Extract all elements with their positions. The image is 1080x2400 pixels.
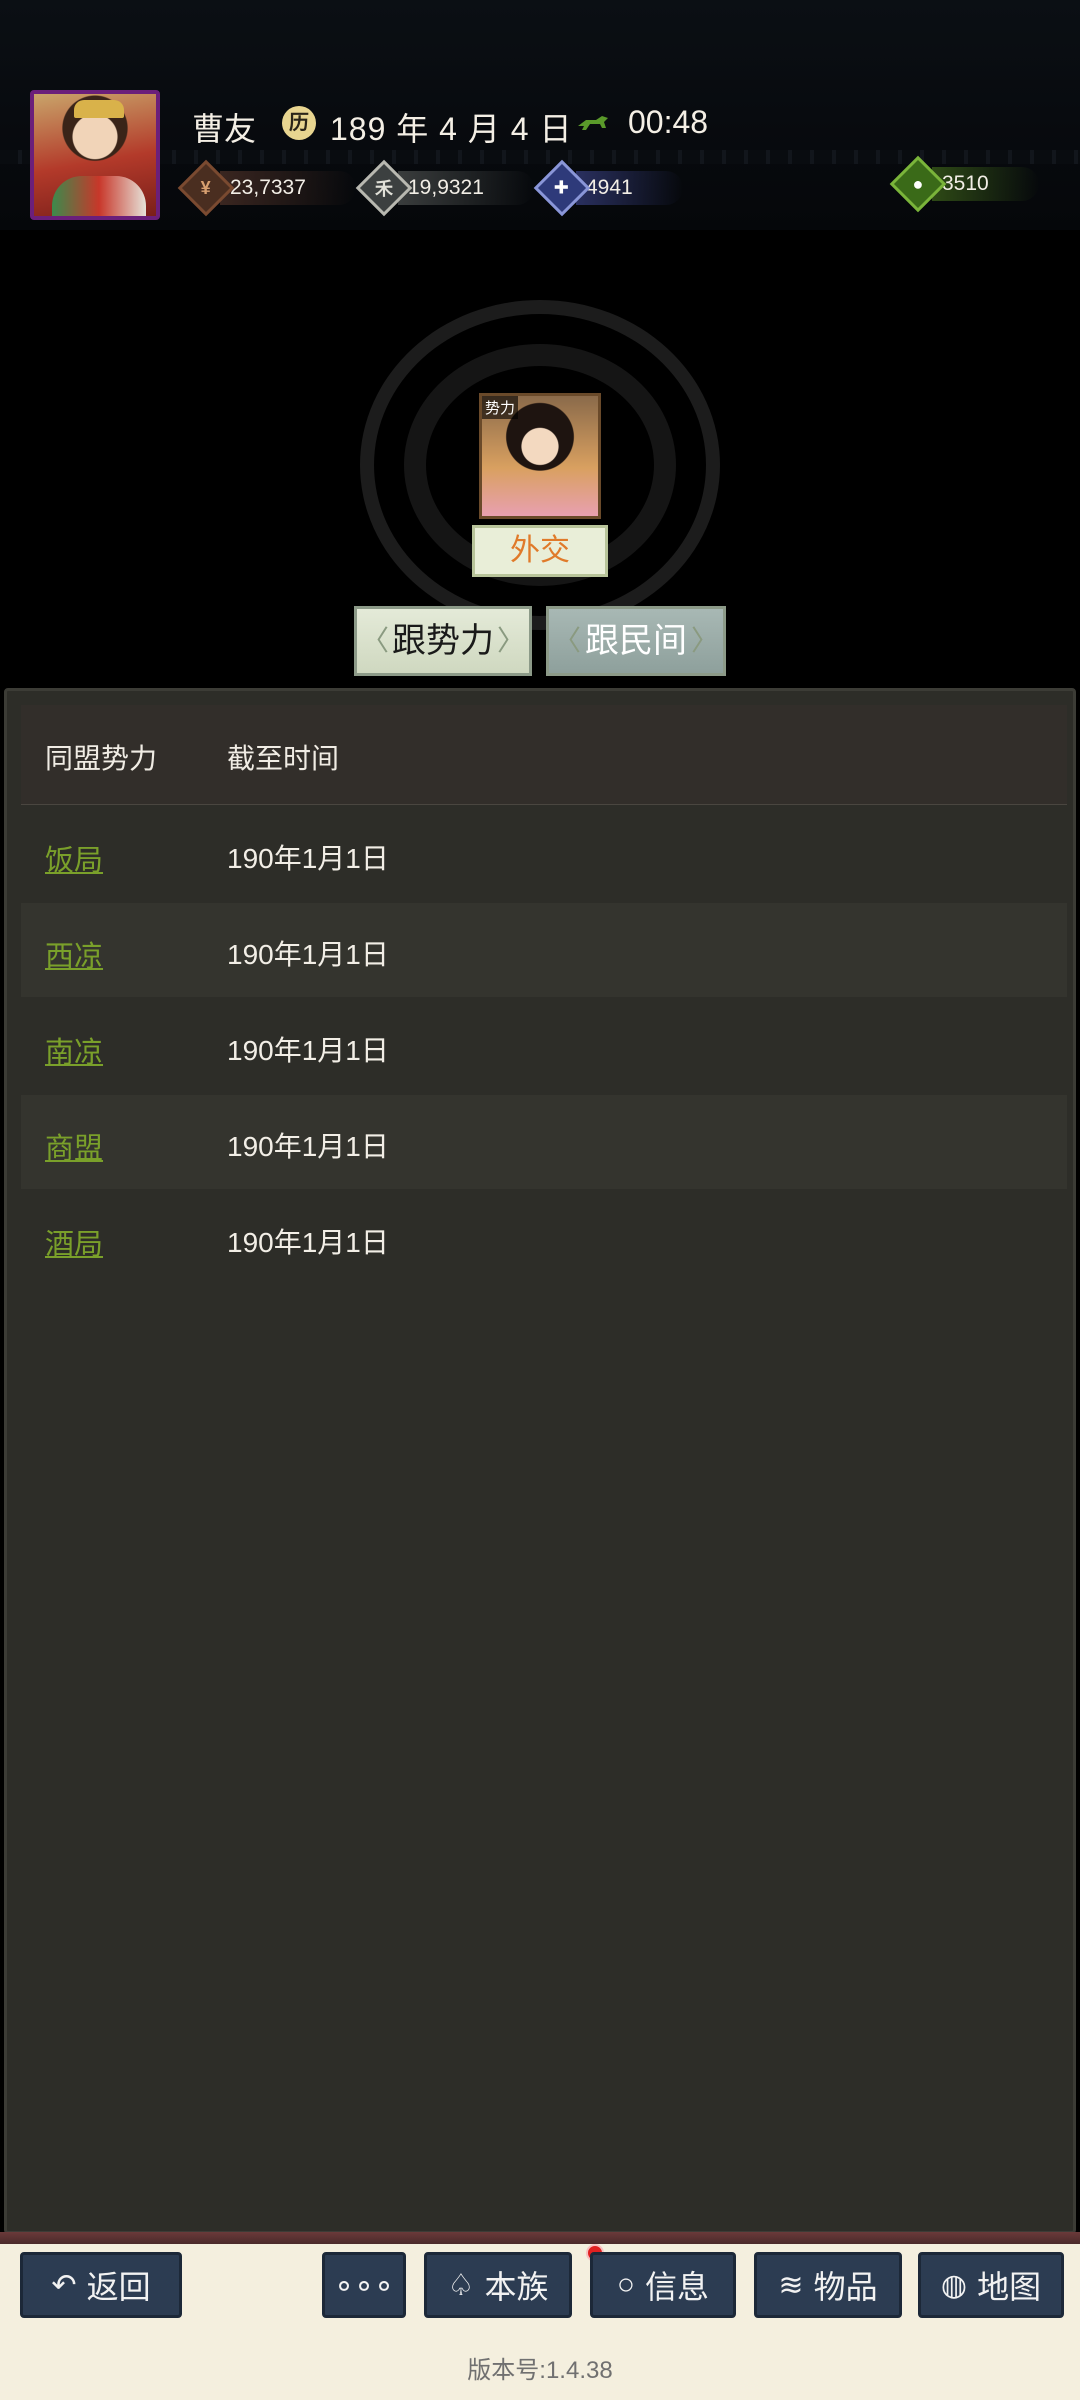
resource-troops-value: 4941 xyxy=(576,171,683,205)
bottom-rail xyxy=(0,2232,1080,2244)
faction-link[interactable]: 西凉 xyxy=(45,933,103,975)
table-row: 商盟 190年1月1日 xyxy=(21,1095,1067,1189)
resource-grain-value: 19,9321 xyxy=(398,171,534,205)
chat-bubble-icon: ○ xyxy=(616,2268,636,2301)
more-button[interactable]: ∘∘∘ xyxy=(322,2252,406,2318)
resource-special[interactable]: ● 3510 xyxy=(889,155,1039,213)
faction-leader-portrait[interactable]: 势力 xyxy=(479,393,601,519)
more-dots-icon: ∘∘∘ xyxy=(333,2267,395,2303)
items-button[interactable]: ≋ 物品 xyxy=(754,2252,902,2318)
resource-grain[interactable]: 禾 19,9321 xyxy=(355,159,534,217)
faction-tag: 势力 xyxy=(482,396,519,419)
globe-icon: ◍ xyxy=(940,2268,968,2302)
avatar-crown xyxy=(74,100,124,118)
clan-label: 本族 xyxy=(484,2269,549,2305)
player-name: 曹友 xyxy=(192,111,257,147)
horse-clock-icon xyxy=(578,116,608,130)
resource-gold[interactable]: ¥ 23,7337 xyxy=(177,159,356,217)
items-icon: ≋ xyxy=(778,2268,804,2302)
messages-label: 信息 xyxy=(645,2269,710,2305)
pouch-icon: ● xyxy=(889,155,947,213)
faction-link[interactable]: 饭局 xyxy=(45,837,103,879)
clan-icon: ♤ xyxy=(447,2268,475,2302)
version-text: 版本号:1.4.38 xyxy=(467,2357,613,2384)
table-row: 南凉 190年1月1日 xyxy=(21,999,1067,1093)
resource-special-value: 3510 xyxy=(932,167,1039,201)
faction-link[interactable]: 商盟 xyxy=(45,1125,103,1167)
until-date: 190年1月1日 xyxy=(227,843,389,874)
resource-troops[interactable]: ✚ 4941 xyxy=(533,159,683,217)
until-date: 190年1月1日 xyxy=(227,1227,389,1258)
faction-link[interactable]: 南凉 xyxy=(45,1029,103,1071)
game-time: 00:48 xyxy=(628,104,709,140)
alliance-panel: 同盟势力 截至时间 饭局 190年1月1日 西凉 190年1月1日 南凉 190… xyxy=(4,688,1076,2234)
map-label: 地图 xyxy=(977,2269,1042,2305)
messages-button[interactable]: ○ 信息 xyxy=(590,2252,736,2318)
avatar-robe xyxy=(52,176,146,216)
items-label: 物品 xyxy=(813,2269,878,2305)
bottom-nav: ↶ 返回 ∘∘∘ ♤ 本族 ○ 信息 ≋ 物品 ◍ 地图 版本号:1.4.38 xyxy=(0,2232,1080,2400)
table-header: 同盟势力 截至时间 xyxy=(21,705,1067,805)
back-label: 返回 xyxy=(86,2269,151,2305)
diplomacy-title: 外交 xyxy=(472,525,608,577)
grain-icon: 禾 xyxy=(355,159,413,217)
clan-button[interactable]: ♤ 本族 xyxy=(424,2252,572,2318)
table-row: 西凉 190年1月1日 xyxy=(21,903,1067,997)
soldier-icon: ✚ xyxy=(533,159,591,217)
map-button[interactable]: ◍ 地图 xyxy=(918,2252,1064,2318)
resource-gold-value: 23,7337 xyxy=(220,171,356,205)
coin-icon: ¥ xyxy=(177,159,235,217)
tab-with-factions[interactable]: 跟势力 xyxy=(354,606,532,676)
header-until-time: 截至时间 xyxy=(227,743,340,774)
back-button[interactable]: ↶ 返回 xyxy=(20,2252,182,2318)
calendar-seal-icon: 历 xyxy=(282,106,316,140)
faction-link[interactable]: 酒局 xyxy=(45,1221,103,1263)
player-avatar[interactable] xyxy=(30,90,160,220)
return-arrow-icon: ↶ xyxy=(51,2268,77,2302)
until-date: 190年1月1日 xyxy=(227,1035,389,1066)
tab-with-people[interactable]: 跟民间 xyxy=(546,606,726,676)
top-bar: 曹友 历 189 年 4 月 4 日 00:48 ¥ 23,7337 禾 19,… xyxy=(0,0,1080,230)
table-row: 饭局 190年1月1日 xyxy=(21,807,1067,901)
table-row: 酒局 190年1月1日 xyxy=(21,1191,1067,1285)
until-date: 190年1月1日 xyxy=(227,939,389,970)
game-date: 189 年 4 月 4 日 xyxy=(330,111,573,147)
until-date: 190年1月1日 xyxy=(227,1131,389,1162)
header-ally-faction: 同盟势力 xyxy=(45,743,158,774)
